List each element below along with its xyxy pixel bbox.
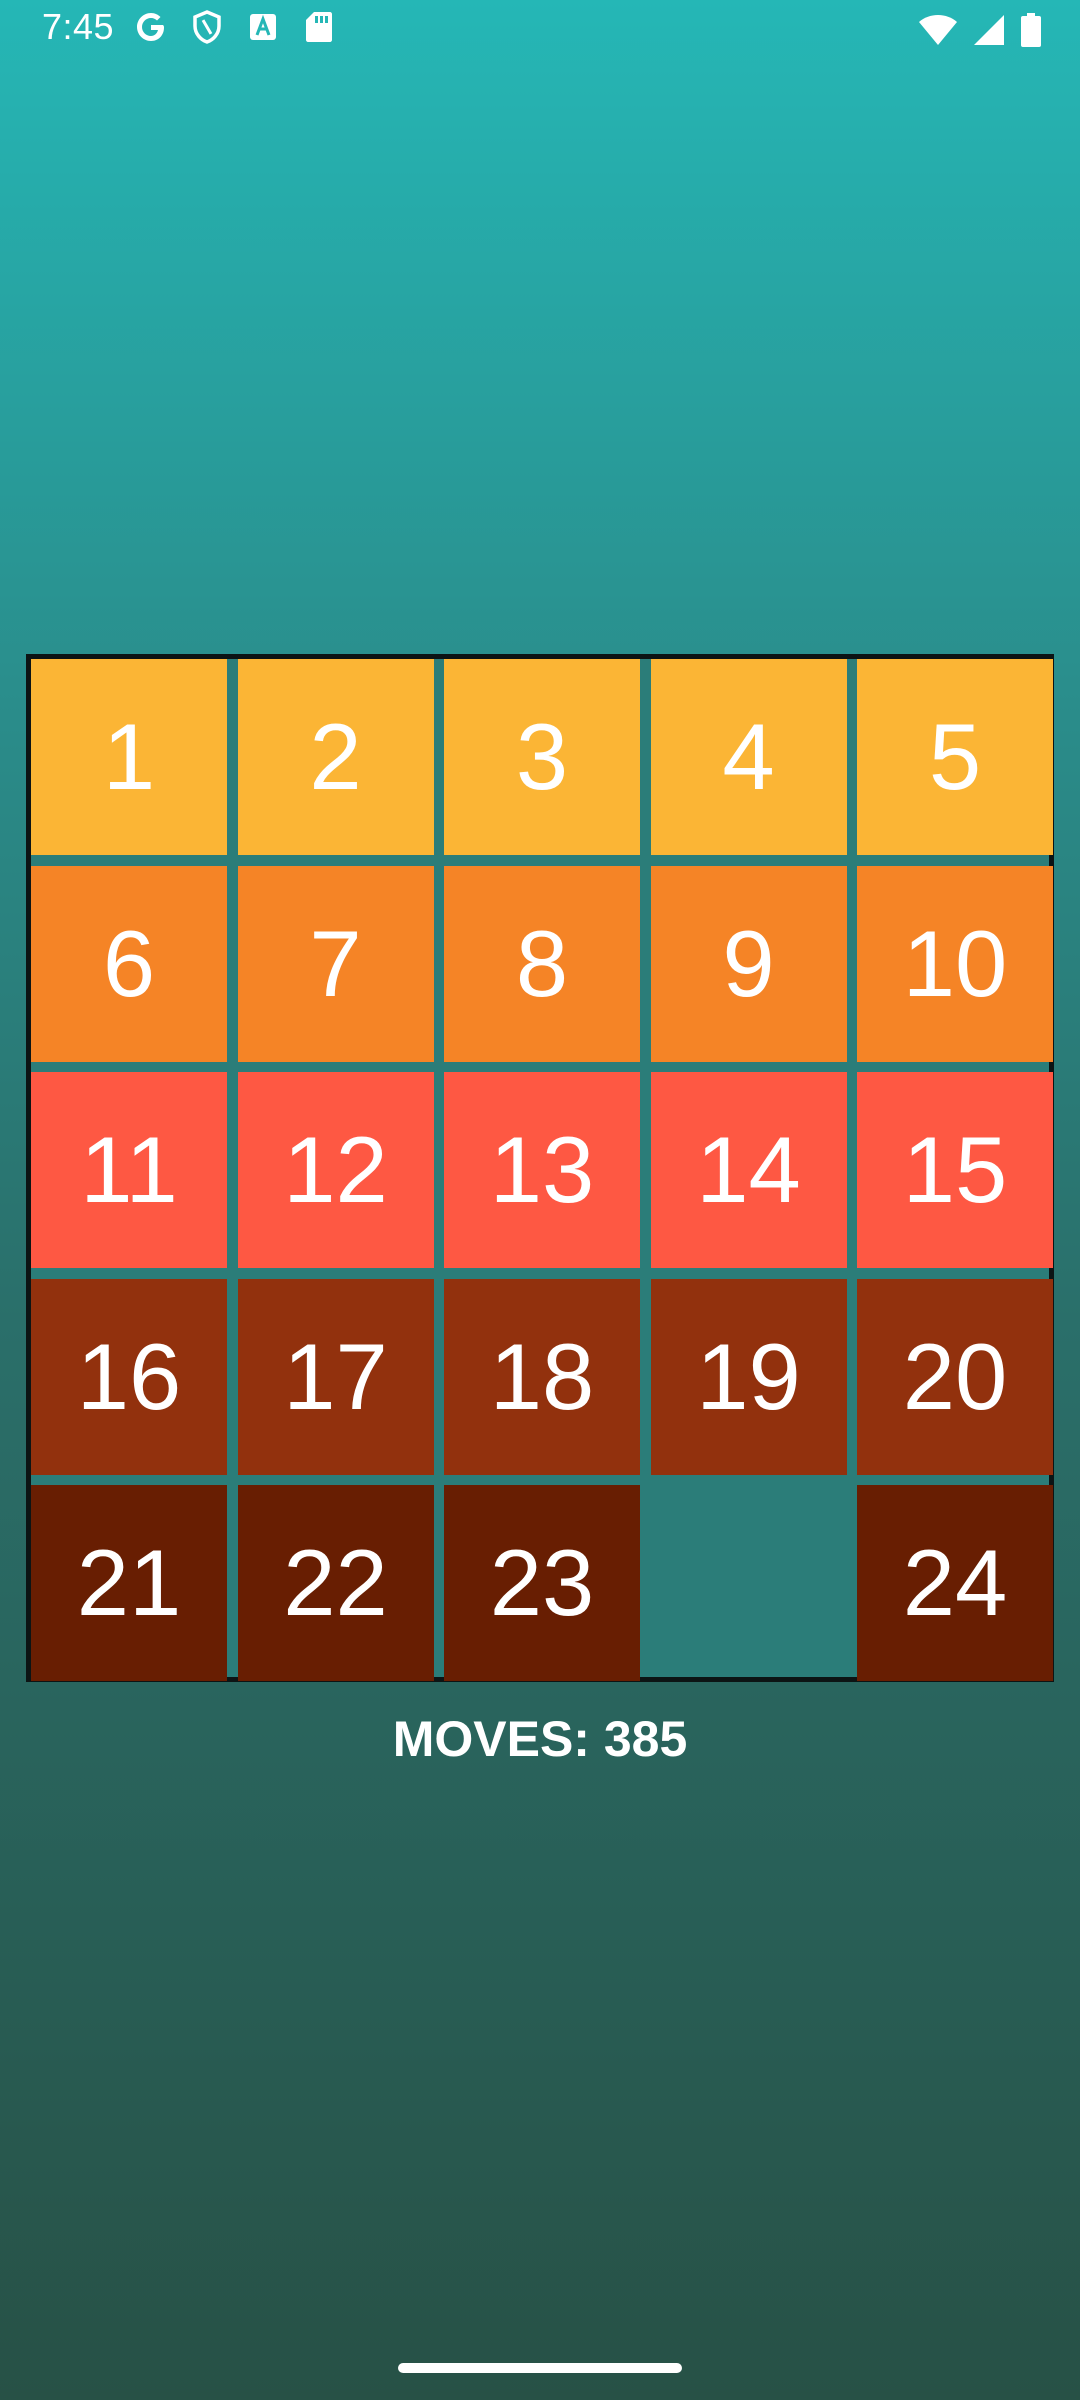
tile-10[interactable]: 10 (857, 865, 1053, 1062)
tile-24[interactable]: 24 (857, 1485, 1053, 1681)
status-bar: 7:45 (0, 0, 1080, 62)
wifi-icon (918, 13, 958, 52)
puzzle-board: 1 2 3 4 5 6 7 8 9 10 11 12 13 14 15 16 1… (26, 654, 1054, 1682)
google-icon (132, 8, 170, 46)
moves-value: 385 (603, 1711, 688, 1767)
tile-12[interactable]: 12 (237, 1072, 434, 1268)
tile-23[interactable]: 23 (444, 1485, 640, 1681)
status-time: 7:45 (42, 6, 115, 47)
tile-14[interactable]: 14 (650, 1072, 847, 1268)
tile-16[interactable]: 16 (31, 1278, 227, 1475)
tile-grid: 1 2 3 4 5 6 7 8 9 10 11 12 13 14 15 16 1… (31, 659, 1053, 1681)
tile-19[interactable]: 19 (650, 1278, 847, 1475)
tile-2[interactable]: 2 (237, 659, 434, 855)
tile-8[interactable]: 8 (444, 865, 640, 1062)
tile-22[interactable]: 22 (237, 1485, 434, 1681)
cellular-signal-icon (972, 13, 1006, 52)
empty-slot (651, 1485, 847, 1681)
status-right (918, 12, 1042, 53)
moves-label: MOVES: (392, 1711, 590, 1767)
gesture-nav-handle[interactable] (398, 2363, 682, 2373)
tile-3[interactable]: 3 (444, 659, 640, 855)
tile-4[interactable]: 4 (650, 659, 847, 855)
tile-18[interactable]: 18 (444, 1278, 640, 1475)
font-a-icon (244, 8, 282, 46)
tile-5[interactable]: 5 (857, 659, 1053, 855)
sd-card-icon (300, 8, 338, 46)
tile-21[interactable]: 21 (31, 1485, 227, 1681)
status-left: 7:45 (42, 6, 338, 48)
tile-20[interactable]: 20 (857, 1278, 1053, 1475)
tile-13[interactable]: 13 (444, 1072, 640, 1268)
tile-9[interactable]: 9 (650, 865, 847, 1062)
tile-1[interactable]: 1 (31, 659, 227, 855)
battery-icon (1020, 12, 1042, 53)
moves-counter: MOVES: 385 (0, 1710, 1080, 1768)
tile-17[interactable]: 17 (237, 1278, 434, 1475)
shield-icon (188, 8, 226, 46)
tile-7[interactable]: 7 (237, 865, 434, 1062)
tile-15[interactable]: 15 (857, 1072, 1053, 1268)
tile-6[interactable]: 6 (31, 865, 227, 1062)
tile-11[interactable]: 11 (31, 1072, 227, 1268)
